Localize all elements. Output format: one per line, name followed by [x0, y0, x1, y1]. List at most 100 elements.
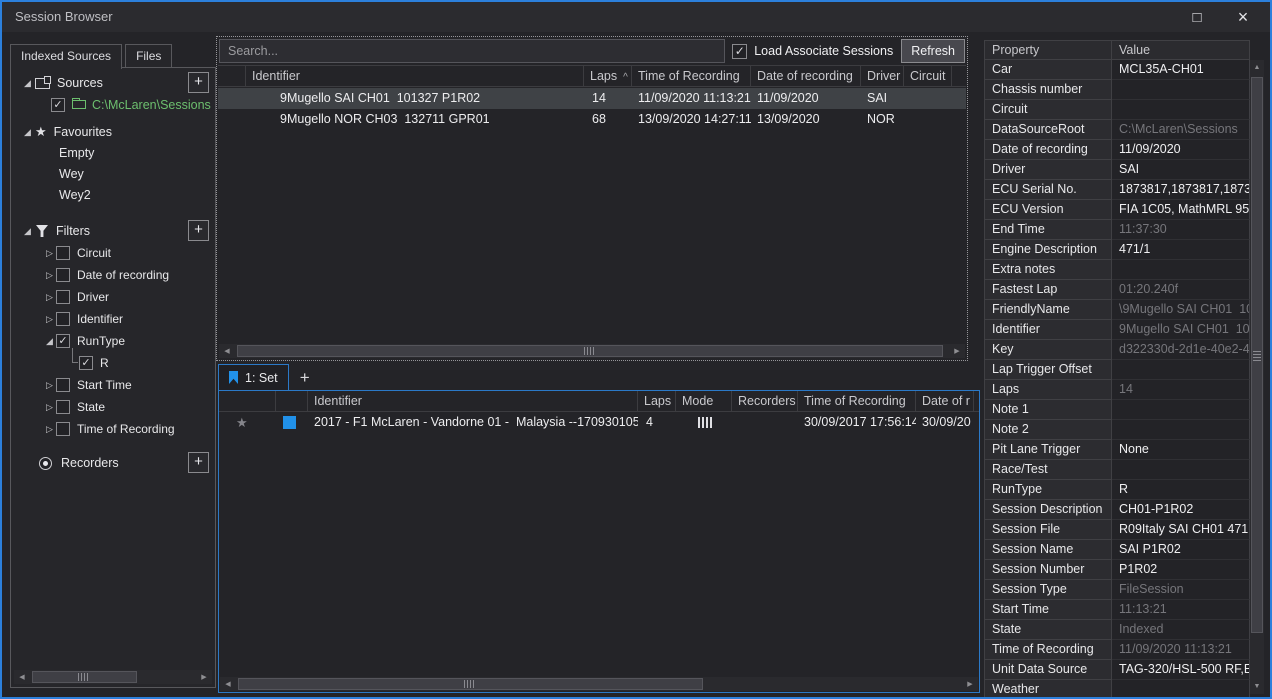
tree-item-recorders[interactable]: Recorders + — [11, 452, 215, 474]
expander-icon[interactable]: ▷ — [43, 402, 56, 413]
column-header-Laps[interactable]: Laps^ — [584, 66, 632, 86]
scroll-right-icon[interactable]: ▶ — [962, 677, 978, 691]
property-value[interactable]: 9Mugello SAI CH01 1013 — [1112, 320, 1250, 340]
property-value[interactable]: FileSession — [1112, 580, 1250, 600]
property-value[interactable]: R — [1112, 480, 1250, 500]
add-filter-button[interactable]: + — [188, 220, 209, 241]
tree-item-source-path[interactable]: ✓ C:\McLaren\Sessions — [11, 94, 215, 115]
property-value[interactable]: P1R02 — [1112, 560, 1250, 580]
filter-child-item[interactable]: ✓R — [11, 352, 215, 374]
property-value[interactable]: TAG-320/HSL-500 RF,Eth — [1112, 660, 1250, 680]
expander-icon[interactable]: ◢ — [21, 78, 34, 89]
sidebar-hscrollbar[interactable]: ◀ ▶ — [14, 670, 212, 684]
scroll-thumb[interactable] — [237, 345, 943, 357]
expander-icon[interactable]: ◢ — [43, 336, 56, 347]
property-value[interactable]: 11/09/2020 11:13:21 — [1112, 640, 1250, 660]
property-row[interactable]: Lap Trigger Offset — [984, 360, 1250, 380]
set-column-header-col0[interactable] — [223, 391, 276, 411]
set-column-header-Recorders[interactable]: Recorders — [732, 391, 798, 411]
search-input[interactable] — [219, 39, 725, 63]
property-value[interactable]: FIA 1C05, MathMRL 95C2 — [1112, 200, 1250, 220]
property-row[interactable]: DriverSAI — [984, 160, 1250, 180]
add-set-tab-button[interactable]: + — [289, 366, 321, 390]
property-row[interactable]: Race/Test — [984, 460, 1250, 480]
filter-checkbox[interactable] — [56, 378, 70, 392]
property-row[interactable]: End Time11:37:30 — [984, 220, 1250, 240]
property-row[interactable]: Fastest Lap01:20.240f — [984, 280, 1250, 300]
properties-vscrollbar[interactable]: ▲ ▼ — [1250, 60, 1264, 694]
property-row[interactable]: Circuit — [984, 100, 1250, 120]
set-tab[interactable]: 1: Set — [218, 364, 289, 390]
scroll-right-icon[interactable]: ▶ — [949, 344, 965, 358]
tree-item-sources[interactable]: ◢ Sources + — [11, 72, 215, 94]
favourite-item[interactable]: Wey — [11, 164, 215, 185]
property-value[interactable] — [1112, 360, 1250, 380]
property-row[interactable]: Weather — [984, 680, 1250, 697]
property-row[interactable]: Session TypeFileSession — [984, 580, 1250, 600]
filter-item[interactable]: ▷Date of recording — [11, 264, 215, 286]
filter-checkbox[interactable] — [56, 268, 70, 282]
property-value[interactable] — [1112, 80, 1250, 100]
property-row[interactable]: Extra notes — [984, 260, 1250, 280]
expander-icon[interactable]: ◢ — [21, 127, 34, 138]
scroll-thumb[interactable] — [238, 678, 703, 690]
property-row[interactable]: Session NameSAI P1R02 — [984, 540, 1250, 560]
filter-checkbox[interactable] — [56, 246, 70, 260]
property-value[interactable]: 1873817,1873817,1873817 — [1112, 180, 1250, 200]
property-row[interactable]: Session FileR09Italy SAI CH01 471 1 2 — [984, 520, 1250, 540]
property-row[interactable]: CarMCL35A-CH01 — [984, 60, 1250, 80]
filter-checkbox[interactable] — [56, 312, 70, 326]
add-recorder-button[interactable]: + — [188, 452, 209, 473]
property-value[interactable]: 471/1 — [1112, 240, 1250, 260]
property-value[interactable]: 14 — [1112, 380, 1250, 400]
column-header-property[interactable]: Property — [984, 40, 1112, 60]
property-row[interactable]: Note 2 — [984, 420, 1250, 440]
expander-icon[interactable]: ▷ — [43, 248, 56, 259]
scroll-track[interactable] — [235, 344, 949, 358]
property-value[interactable]: 11:37:30 — [1112, 220, 1250, 240]
property-row[interactable]: StateIndexed — [984, 620, 1250, 640]
set-column-header-col1[interactable] — [276, 391, 308, 411]
load-associate-checkbox[interactable]: ✓ — [732, 44, 747, 59]
filter-checkbox[interactable] — [56, 400, 70, 414]
property-row[interactable]: RunTypeR — [984, 480, 1250, 500]
expander-icon[interactable]: ▷ — [43, 424, 56, 435]
source-checkbox[interactable]: ✓ — [51, 98, 65, 112]
expander-icon[interactable]: ◢ — [21, 226, 34, 237]
property-row[interactable]: Laps14 — [984, 380, 1250, 400]
set-column-header-Laps[interactable]: Laps — [638, 391, 676, 411]
property-row[interactable]: ECU Serial No.1873817,1873817,1873817 — [984, 180, 1250, 200]
refresh-button[interactable]: Refresh — [901, 39, 965, 63]
property-value[interactable]: d322330d-2d1e-40e2-4d4 — [1112, 340, 1250, 360]
scroll-thumb[interactable] — [1251, 77, 1263, 633]
column-header-Identifier[interactable]: Identifier — [246, 66, 584, 86]
property-value[interactable]: R09Italy SAI CH01 471 1 2 — [1112, 520, 1250, 540]
set-hscrollbar[interactable]: ◀ ▶ — [220, 677, 978, 691]
property-row[interactable]: FriendlyName\9Mugello SAI CH01 1013 — [984, 300, 1250, 320]
add-source-button[interactable]: + — [188, 72, 209, 93]
scroll-right-icon[interactable]: ▶ — [196, 670, 212, 684]
favourite-item[interactable]: Empty — [11, 143, 215, 164]
filter-checkbox[interactable] — [56, 290, 70, 304]
property-value[interactable] — [1112, 100, 1250, 120]
property-value[interactable]: 11/09/2020 — [1112, 140, 1250, 160]
property-row[interactable]: Session DescriptionCH01-P1R02 — [984, 500, 1250, 520]
set-column-header-Identifier[interactable]: Identifier — [308, 391, 638, 411]
property-value[interactable] — [1112, 260, 1250, 280]
expander-icon[interactable]: ▷ — [43, 380, 56, 391]
scroll-left-icon[interactable]: ◀ — [219, 344, 235, 358]
scroll-left-icon[interactable]: ◀ — [14, 670, 30, 684]
property-row[interactable]: Unit Data SourceTAG-320/HSL-500 RF,Eth — [984, 660, 1250, 680]
property-value[interactable]: 11:13:21 — [1112, 600, 1250, 620]
expander-icon[interactable]: ▷ — [43, 292, 56, 303]
property-value[interactable] — [1112, 400, 1250, 420]
property-value[interactable]: CH01-P1R02 — [1112, 500, 1250, 520]
property-row[interactable]: Session NumberP1R02 — [984, 560, 1250, 580]
scroll-track[interactable] — [30, 670, 196, 684]
property-value[interactable]: MCL35A-CH01 — [1112, 60, 1250, 80]
column-header-select[interactable] — [222, 66, 246, 86]
scroll-down-icon[interactable]: ▼ — [1250, 679, 1264, 694]
property-value[interactable]: Indexed — [1112, 620, 1250, 640]
filter-item[interactable]: ▷Time of Recording — [11, 418, 215, 440]
column-header-value[interactable]: Value — [1111, 40, 1250, 60]
